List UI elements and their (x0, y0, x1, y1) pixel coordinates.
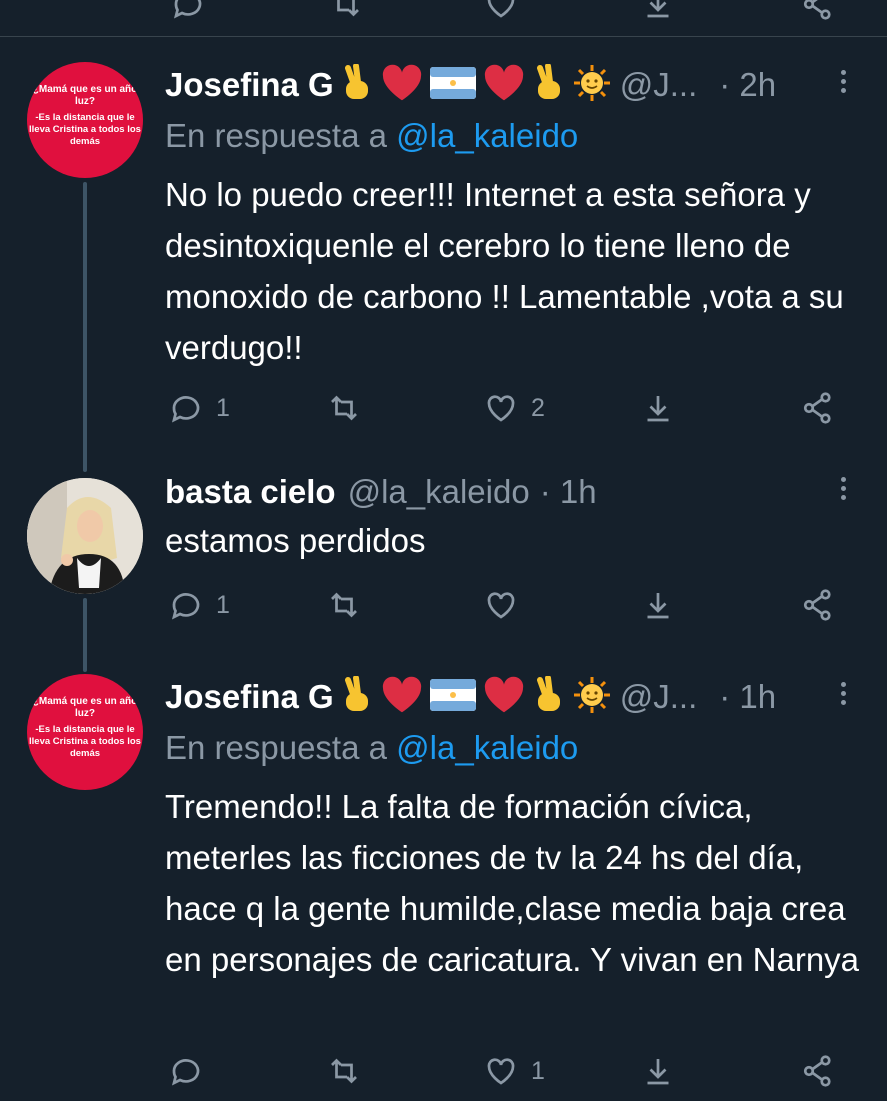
red-heart-icon (380, 64, 424, 107)
tweet-actions: 1 (0, 1051, 887, 1091)
like-button[interactable]: 1 (483, 1051, 545, 1091)
retweet-button[interactable] (326, 1051, 374, 1091)
avatar-text: -Es la distancia que le lleva Cristina a… (29, 112, 141, 147)
argentina-flag-icon (429, 66, 476, 104)
retweet-icon (331, 592, 357, 618)
more-options-icon[interactable] (833, 66, 853, 106)
avatar-photo (27, 478, 143, 594)
like-button[interactable] (483, 585, 531, 625)
display-name[interactable]: basta cielo (165, 473, 336, 511)
share-button[interactable] (800, 585, 836, 625)
avatar-text: ¿Mamá que es un año luz? (32, 696, 138, 719)
like-count: 2 (531, 393, 545, 422)
like-icon (487, 395, 515, 422)
tweet-text: estamos perdidos (165, 522, 426, 559)
reply-handle-link[interactable]: @la_kaleido (396, 117, 578, 154)
download-icon (647, 1059, 669, 1085)
username[interactable]: @J... (620, 66, 698, 104)
like-button[interactable]: 2 (483, 388, 545, 428)
tweet-actions: 1 2 (0, 388, 887, 428)
tweet-actions: 1 (0, 585, 887, 625)
tweet-header: Josefina G @J... · 2h (165, 62, 776, 108)
divider (0, 36, 887, 37)
download-icon[interactable] (640, 0, 676, 27)
download-button[interactable] (640, 1051, 676, 1091)
reply-context: En respuesta a @la_kaleido (165, 729, 578, 767)
thread-line (83, 182, 87, 472)
avatar-text: ¿Mamá que es un año luz? (32, 84, 138, 107)
reply-button[interactable] (168, 1051, 216, 1091)
tweet-header: Josefina G @J... · 1h (165, 674, 776, 720)
share-icon (803, 589, 831, 621)
reply-context: En respuesta a @la_kaleido (165, 117, 578, 155)
more-options-icon[interactable] (833, 473, 853, 513)
download-button[interactable] (640, 388, 676, 428)
more-options-icon[interactable] (833, 678, 853, 718)
avatar-text: -Es la distancia que le lleva Cristina a… (29, 724, 141, 759)
like-icon (487, 1058, 515, 1085)
reply-count: 1 (216, 393, 230, 422)
retweet-icon (331, 395, 357, 421)
timestamp[interactable]: · 1h (540, 473, 597, 511)
reply-icon (171, 396, 200, 423)
reply-icon (171, 1059, 200, 1086)
victory-hand-icon (340, 674, 374, 719)
victory-hand-icon (532, 62, 566, 107)
share-button[interactable] (800, 388, 836, 428)
sun-with-face-icon (572, 675, 612, 720)
reply-prefix: En respuesta a (165, 729, 387, 766)
victory-hand-icon (532, 674, 566, 719)
retweet-button[interactable] (326, 388, 374, 428)
reply-prefix: En respuesta a (165, 117, 387, 154)
like-icon[interactable] (483, 0, 519, 27)
tweet-text: Tremendo!! La falta de formación cívica,… (165, 788, 860, 978)
like-count: 1 (531, 1056, 545, 1085)
tweet-text: No lo puedo creer!!! Internet a esta señ… (165, 176, 844, 366)
share-icon (803, 1055, 831, 1087)
share-icon[interactable] (800, 0, 836, 27)
avatar[interactable]: ¿Mamá que es un año luz? -Es la distanci… (27, 62, 143, 178)
retweet-icon (331, 1058, 357, 1084)
red-heart-icon (482, 676, 526, 719)
timestamp[interactable]: · 2h (719, 66, 776, 104)
tweet-header: basta cielo @la_kaleido · 1h (165, 470, 597, 514)
victory-hand-icon (340, 62, 374, 107)
retweet-icon[interactable] (328, 0, 364, 27)
reply-handle-link[interactable]: @la_kaleido (396, 729, 578, 766)
reply-count: 1 (216, 590, 230, 619)
share-button[interactable] (800, 1051, 836, 1091)
download-icon (647, 396, 669, 422)
avatar[interactable] (27, 478, 143, 594)
sun-with-face-icon (572, 63, 612, 108)
username[interactable]: @la_kaleido (348, 473, 530, 511)
timestamp[interactable]: · 1h (719, 678, 776, 716)
display-name[interactable]: Josefina G (165, 678, 334, 716)
avatar[interactable]: ¿Mamá que es un año luz? -Es la distanci… (27, 674, 143, 790)
reply-button[interactable]: 1 (168, 388, 230, 428)
display-name[interactable]: Josefina G (165, 66, 334, 104)
username[interactable]: @J... (620, 678, 698, 716)
previous-tweet-actions (0, 0, 887, 30)
like-icon (487, 592, 515, 619)
download-button[interactable] (640, 585, 676, 625)
red-heart-icon (380, 676, 424, 719)
argentina-flag-icon (429, 678, 476, 716)
download-icon (647, 593, 669, 619)
reply-button[interactable]: 1 (168, 585, 230, 625)
retweet-button[interactable] (326, 585, 374, 625)
share-icon (803, 392, 831, 424)
reply-icon (171, 593, 200, 620)
red-heart-icon (482, 64, 526, 107)
reply-icon[interactable] (170, 0, 206, 27)
